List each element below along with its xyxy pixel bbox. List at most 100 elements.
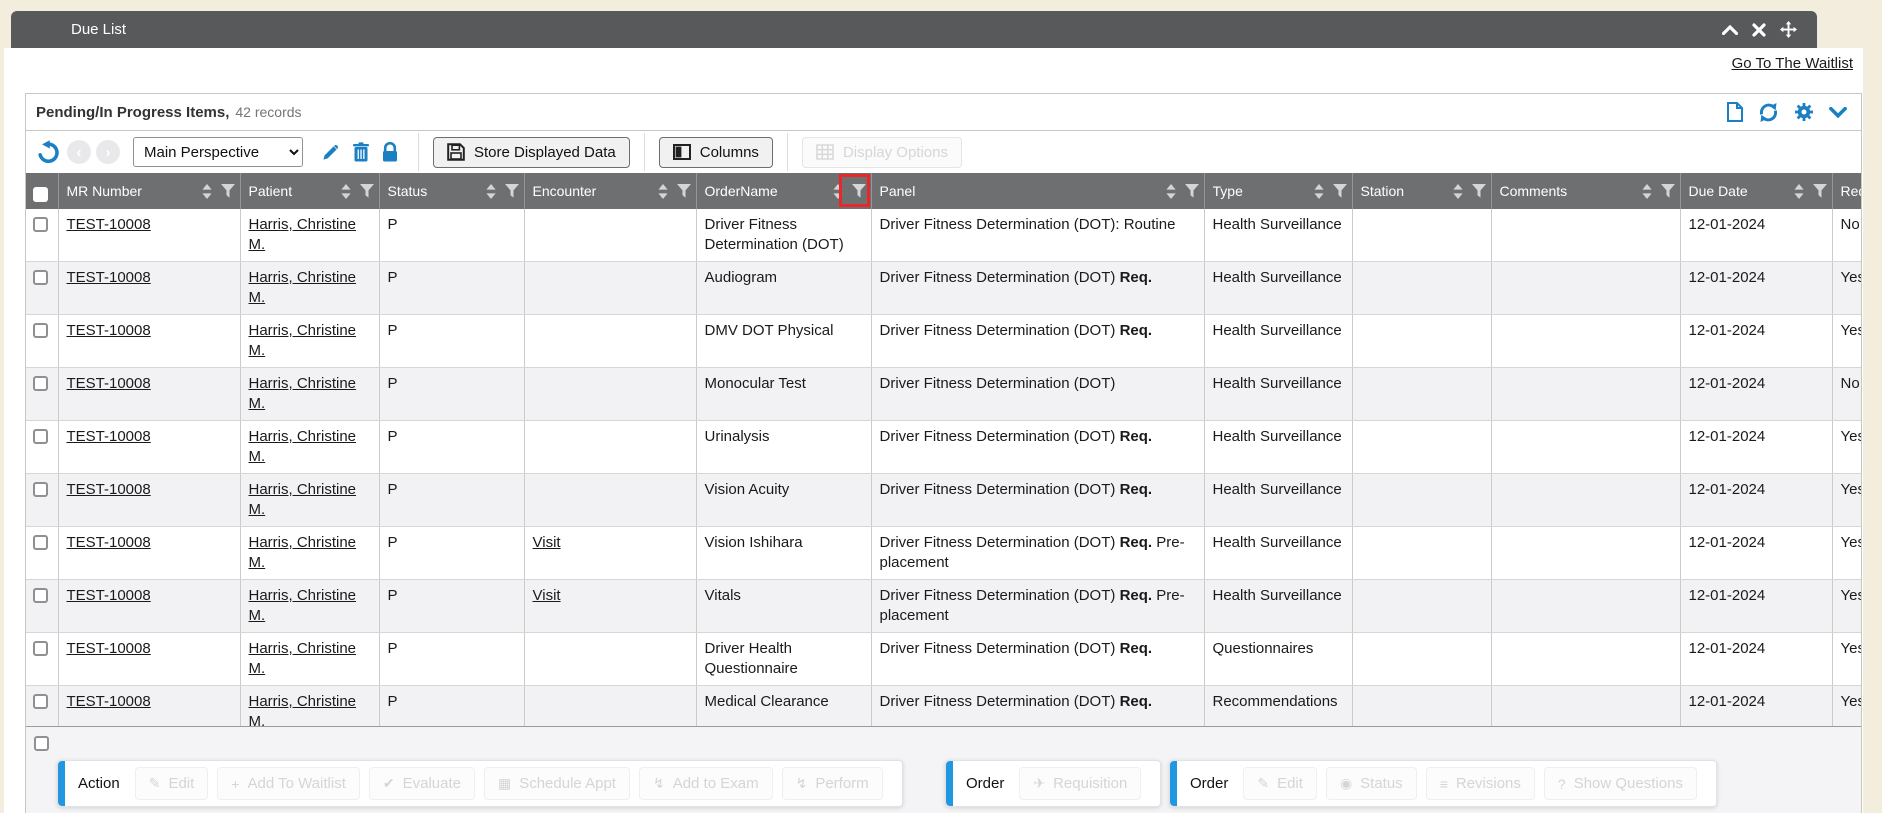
new-document-icon[interactable]: [1727, 102, 1743, 122]
sort-icon[interactable]: [341, 184, 351, 199]
panel-required-flag: Req.: [1120, 640, 1153, 657]
button-label: Schedule Appt: [519, 775, 616, 792]
patient-link[interactable]: Harris, Christine M.: [249, 216, 357, 253]
sort-icon[interactable]: [1794, 184, 1804, 199]
mr-number-link[interactable]: TEST-10008: [67, 587, 151, 604]
cell-station: [1352, 368, 1491, 421]
lock-icon[interactable]: [382, 142, 398, 162]
row-checkbox[interactable]: [33, 323, 48, 338]
filter-icon[interactable]: [221, 184, 235, 198]
sort-icon[interactable]: [1314, 184, 1324, 199]
filter-icon[interactable]: [360, 184, 374, 198]
patient-link[interactable]: Harris, Christine M.: [249, 534, 357, 571]
columns-button[interactable]: Columns: [659, 137, 773, 168]
mr-number-link[interactable]: TEST-10008: [67, 640, 151, 657]
mr-number-link[interactable]: TEST-10008: [67, 216, 151, 233]
table-header-row: MR NumberPatientStatusEncounterOrderName…: [26, 173, 1861, 209]
cell-req: Yes: [1832, 580, 1861, 633]
filter-icon[interactable]: [1813, 184, 1827, 198]
close-icon[interactable]: [1752, 23, 1766, 37]
filter-icon[interactable]: [1472, 184, 1486, 198]
sort-icon[interactable]: [658, 184, 668, 199]
cell-req: No: [1832, 368, 1861, 421]
patient-link[interactable]: Harris, Christine M.: [249, 587, 357, 624]
encounter-link[interactable]: Visit: [533, 534, 561, 551]
sort-icon[interactable]: [202, 184, 212, 199]
row-checkbox[interactable]: [33, 376, 48, 391]
patient-link[interactable]: Harris, Christine M.: [249, 428, 357, 465]
delete-perspective-icon[interactable]: [352, 142, 370, 162]
column-header-comments[interactable]: Comments: [1491, 173, 1680, 209]
cell-station: [1352, 474, 1491, 527]
perspective-select[interactable]: Main Perspective: [133, 137, 303, 167]
column-header-mr[interactable]: MR Number: [58, 173, 240, 209]
store-displayed-data-button[interactable]: Store Displayed Data: [433, 137, 630, 168]
column-header-type[interactable]: Type: [1204, 173, 1352, 209]
row-checkbox[interactable]: [33, 270, 48, 285]
filter-icon[interactable]: [852, 184, 866, 198]
cell-order: Urinalysis: [696, 421, 871, 474]
edit-perspective-icon[interactable]: [321, 143, 340, 162]
move-icon[interactable]: [1780, 21, 1797, 38]
row-checkbox[interactable]: [33, 482, 48, 497]
cell-station: [1352, 315, 1491, 368]
select-all-checkbox[interactable]: [33, 187, 48, 202]
add-to-waitlist-button: +Add To Waitlist: [217, 767, 360, 800]
filter-icon[interactable]: [1333, 184, 1347, 198]
sort-icon[interactable]: [486, 184, 496, 199]
cell-panel: Driver Fitness Determination (DOT) Req. …: [871, 527, 1204, 580]
patient-link[interactable]: Harris, Christine M.: [249, 640, 357, 677]
patient-link[interactable]: Harris, Christine M.: [249, 375, 357, 412]
refresh-icon[interactable]: [1758, 102, 1779, 123]
column-header-req[interactable]: Req: [1832, 173, 1861, 209]
perform-button: ↯Perform: [782, 767, 883, 800]
mr-number-link[interactable]: TEST-10008: [67, 428, 151, 445]
patient-link[interactable]: Harris, Christine M.: [249, 269, 357, 306]
mr-number-link[interactable]: TEST-10008: [67, 534, 151, 551]
mr-number-link[interactable]: TEST-10008: [67, 481, 151, 498]
patient-link[interactable]: Harris, Christine M.: [249, 693, 357, 727]
panel-required-flag: Req.: [1120, 693, 1153, 710]
row-checkbox[interactable]: [33, 217, 48, 232]
patient-link[interactable]: Harris, Christine M.: [249, 322, 357, 359]
cell-station: [1352, 527, 1491, 580]
filter-icon[interactable]: [1661, 184, 1675, 198]
column-header-panel[interactable]: Panel: [871, 173, 1204, 209]
footer-select-checkbox[interactable]: [34, 736, 49, 751]
mr-number-link[interactable]: TEST-10008: [67, 375, 151, 392]
row-checkbox[interactable]: [33, 694, 48, 709]
row-checkbox[interactable]: [33, 535, 48, 550]
column-header-station[interactable]: Station: [1352, 173, 1491, 209]
filter-icon[interactable]: [1185, 184, 1199, 198]
undo-icon[interactable]: [36, 140, 61, 165]
column-label: Due Date: [1689, 183, 1794, 199]
cell-status: P: [379, 474, 524, 527]
encounter-link[interactable]: Visit: [533, 587, 561, 604]
sort-icon[interactable]: [1166, 184, 1176, 199]
filter-icon[interactable]: [677, 184, 691, 198]
mr-number-link[interactable]: TEST-10008: [67, 693, 151, 710]
column-header-encounter[interactable]: Encounter: [524, 173, 696, 209]
row-checkbox[interactable]: [33, 588, 48, 603]
mr-number-link[interactable]: TEST-10008: [67, 322, 151, 339]
filter-icon[interactable]: [505, 184, 519, 198]
row-checkbox[interactable]: [33, 641, 48, 656]
column-header-status[interactable]: Status: [379, 173, 524, 209]
sort-icon[interactable]: [833, 184, 843, 199]
collapse-icon[interactable]: [1722, 25, 1738, 35]
cell-comments: [1491, 315, 1680, 368]
patient-link[interactable]: Harris, Christine M.: [249, 481, 357, 518]
table-row: TEST-10008Harris, Christine M.PMonocular…: [26, 368, 1861, 421]
column-header-due[interactable]: Due Date: [1680, 173, 1832, 209]
window-titlebar[interactable]: Due List: [11, 11, 1817, 48]
column-header-order[interactable]: OrderName: [696, 173, 871, 209]
collapse-panel-icon[interactable]: [1829, 107, 1847, 118]
gear-icon[interactable]: [1794, 102, 1814, 122]
waitlist-link[interactable]: Go To The Waitlist: [1732, 55, 1853, 72]
mr-number-link[interactable]: TEST-10008: [67, 269, 151, 286]
cell-panel: Driver Fitness Determination (DOT) Req.: [871, 262, 1204, 315]
row-checkbox[interactable]: [33, 429, 48, 444]
sort-icon[interactable]: [1453, 184, 1463, 199]
sort-icon[interactable]: [1642, 184, 1652, 199]
column-header-patient[interactable]: Patient: [240, 173, 379, 209]
